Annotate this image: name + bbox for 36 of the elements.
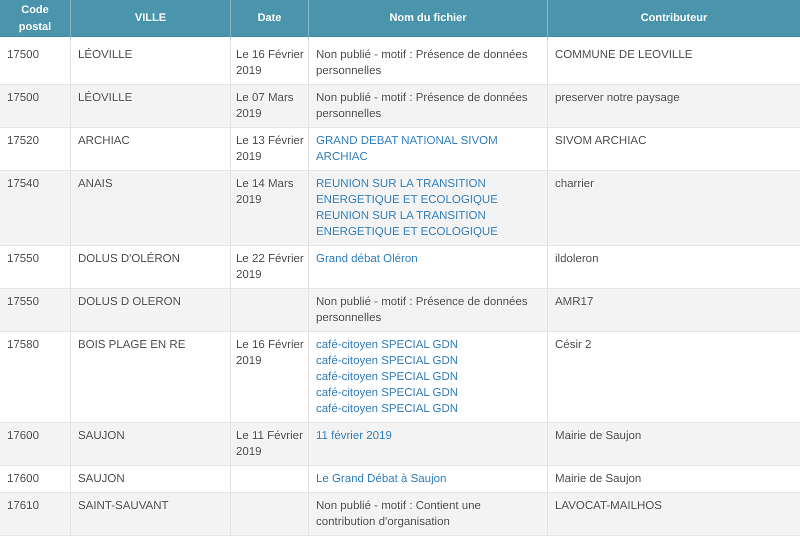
table-cell: LAVOCAT-MAILHOS [547,493,800,536]
file-link[interactable]: REUNION SUR LA TRANSITION ENERGETIQUE ET ECOLOGIQUE [316,176,541,208]
table-cell: 17500 [0,85,70,128]
table-cell: 17610 [0,493,70,536]
file-link[interactable]: café-citoyen SPECIAL GDN [316,401,541,417]
table-cell: 17540 [0,171,70,246]
cell-text: Non publié - motif : Présence de données personnelles [316,295,529,326]
file-link[interactable]: café-citoyen SPECIAL GDN [316,385,541,401]
cell-text: Non publié - motif : Contient une contribution d'organisation [316,499,482,530]
table-cell: Le 07 Mars 2019 [230,85,308,128]
file-link[interactable]: GRAND DEBAT NATIONAL SIVOM ARCHIAC [316,133,541,165]
file-link[interactable]: REUNION SUR LA TRANSITION ENERGETIQUE ET ECOLOGIQUE [316,208,541,240]
table-cell: AMR17 [547,289,800,332]
table-cell: preserver notre paysage [547,85,800,128]
table-cell: Le 14 Mars 2019 [230,171,308,246]
table-cell: Mairie de Saujon [547,423,800,466]
table-cell: 17550 [0,289,70,332]
column-header: VILLE [70,0,230,42]
column-header: Date [230,0,308,42]
cell-text: Non publié - motif : Présence de données personnelles [316,48,529,79]
table-cell: DOLUS D OLERON [70,289,230,332]
file-link[interactable]: café-citoyen SPECIAL GDN [316,353,541,369]
file-link[interactable]: café-citoyen SPECIAL GDN [316,337,541,353]
table-cell: 17600 [0,423,70,466]
column-header: Nom du fichier [308,0,547,42]
file-link[interactable]: Grand débat Oléron [316,251,541,267]
file-link[interactable]: Le Grand Débat à Saujon [316,471,541,487]
table-cell: charrier [547,171,800,246]
table-cell: ANAIS [70,171,230,246]
table-cell: LÉOVILLE [70,85,230,128]
file-link[interactable]: café-citoyen SPECIAL GDN [316,369,541,385]
table-cell: Le 11 Février 2019 [230,423,308,466]
table-cell: SAUJON [70,423,230,466]
column-header: Contributeur [547,0,800,42]
cell-text: Non publié - motif : Présence de données personnelles [316,91,529,122]
table-cell: SAINT-SAUVANT [70,493,230,536]
